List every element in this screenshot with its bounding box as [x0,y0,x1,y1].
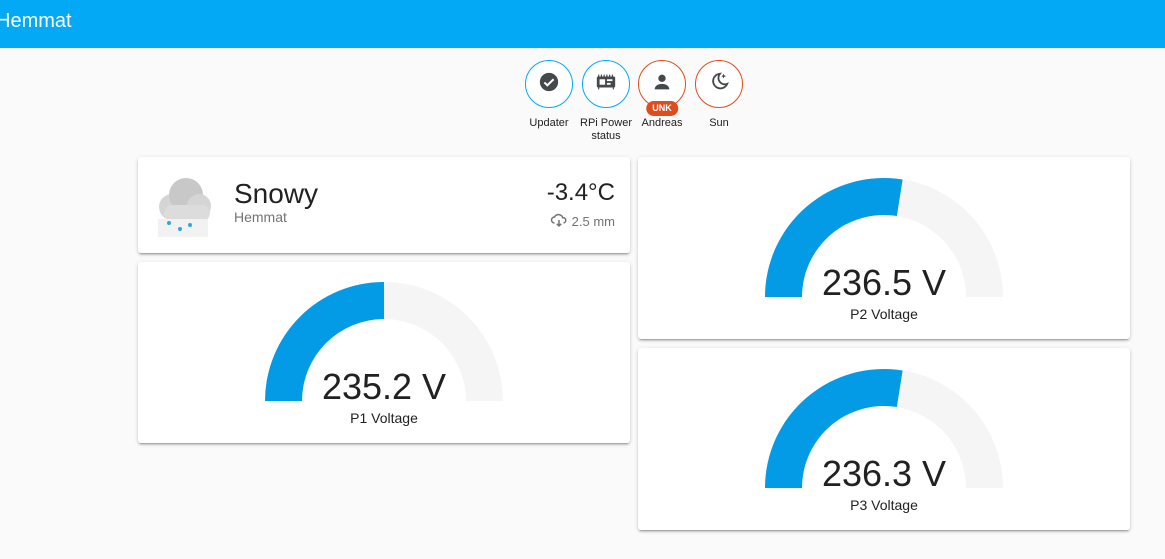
state-badges: Updater RPi Power status UNK Andreas Sun [0,60,1165,150]
gauge-value: 236.5 V [821,262,947,303]
rain-cloud-icon [550,212,568,231]
badge-sun[interactable]: Sun [691,60,747,130]
weather-condition: Snowy [234,178,319,209]
weather-card[interactable]: Snowy Hemmat -3.4°C 2.5 mm [138,157,630,253]
badge-updater[interactable]: Updater [521,60,577,130]
gauge-card-p3[interactable]: 236.3 V P3 Voltage [638,348,1130,530]
badge-label: Sun [709,117,729,129]
raspberry-pi-icon [595,71,617,98]
gauge-card-p2[interactable]: 236.5 V P2 Voltage [638,157,1130,339]
gauge-value: 236.3 V [821,453,947,494]
unknown-badge-tag: UNK [646,101,678,116]
moon-star-icon [708,71,730,98]
weather-precipitation: 2.5 mm [550,212,615,231]
gauge-value: 235.2 V [321,366,447,407]
badge-label: Updater [529,117,569,129]
person-icon [651,71,673,98]
snow-cloud-icon [154,175,214,244]
page-title: Hemmat [0,10,72,32]
gauge-card-p1[interactable]: 235.2 V P1 Voltage [138,262,630,443]
badge-label: RPi Power status [580,117,632,142]
top-app-bar: Hemmat [0,0,1165,48]
badge-circle [525,60,573,108]
badge-label: Andreas [641,117,683,129]
check-circle-icon [538,71,560,98]
gauge-name: P3 Voltage [850,497,918,513]
badge-circle [695,60,743,108]
precipitation-value: 2.5 mm [571,214,615,229]
weather-temperature: -3.4°C [546,179,615,206]
gauge-name: P2 Voltage [850,306,918,322]
badge-circle: UNK [638,60,686,116]
badge-rpi-power[interactable]: RPi Power status [578,60,634,143]
badge-andreas[interactable]: UNK Andreas [634,60,690,130]
gauge-name: P1 Voltage [350,410,418,426]
badge-circle [582,60,630,108]
weather-location: Hemmat [234,209,287,225]
